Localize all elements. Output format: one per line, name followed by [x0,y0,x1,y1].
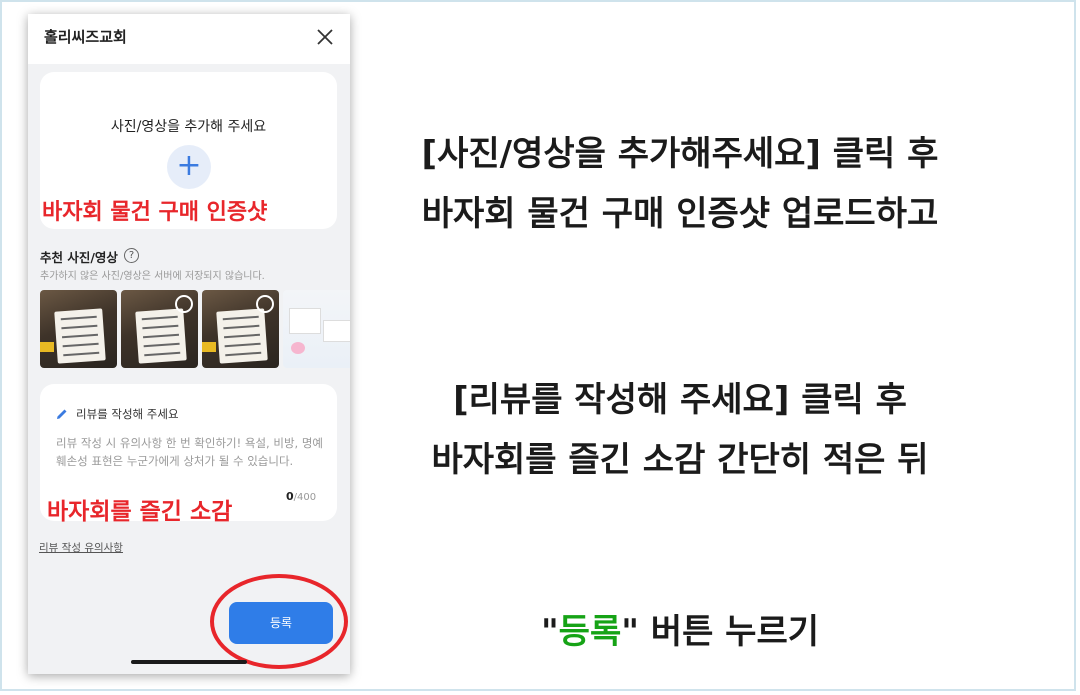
pencil-icon [57,409,67,419]
home-indicator [131,660,247,664]
char-counter: 0/400 [286,490,316,503]
overlay-upload-label: 바자회 물건 구매 인증샷 [42,200,268,225]
instruction-line-5: "등록" 버튼 누르기 [400,604,960,653]
header: 홀리씨즈교회 [28,14,350,64]
upload-prompt: 사진/영상을 추가해 주세요 [110,119,267,135]
photo-tag [202,342,216,352]
screenshot-content [291,342,305,354]
phone-screen: 홀리씨즈교회 사진/영상을 추가해 주세요 + 바자회 물건 구매 인증샷 추천… [28,14,350,674]
photo-content [54,308,106,364]
recommended-thumbnail[interactable] [283,290,350,368]
review-title: 리뷰를 작성해 주세요 [76,407,179,421]
select-circle-icon[interactable] [256,295,274,313]
review-guide: 리뷰 작성 시 유의사항 한 번 확인하기! 욕설, 비방, 명예훼손성 표현은… [56,436,323,468]
recommended-note: 추가하지 않은 사진/영상은 서버에 저장되지 않습니다. [40,271,265,282]
select-circle-icon[interactable] [175,295,193,313]
help-icon[interactable]: ? [124,248,139,263]
photo-content [135,308,187,364]
instruction-line-2: 바자회 물건 구매 인증샷 업로드하고 [421,194,939,234]
instruction-line-4: 바자회를 즐긴 소감 간단히 적은 뒤 [431,440,929,480]
recommended-thumbnail[interactable] [202,290,279,368]
recommended-title: 추천 사진/영상 [40,250,118,265]
close-icon[interactable] [314,26,336,48]
instruction-line-5-rest: " 버튼 누르기 [621,612,820,652]
instruction-line-3: [리뷰를 작성해 주세요] 클릭 후 [453,380,907,420]
char-count-max: /400 [293,492,317,503]
quote-open: " [540,612,559,652]
plus-icon[interactable]: + [167,145,211,189]
screenshot-content [323,320,350,342]
photo-content [216,308,268,364]
review-guide-link[interactable]: 리뷰 작성 유의사항 [39,540,123,555]
overlay-review-label: 바자회를 즐긴 소감 [47,499,233,525]
screenshot-content [289,308,321,334]
recommended-thumbnail[interactable] [121,290,198,368]
char-count-current: 0 [286,490,294,503]
recommended-thumbnail[interactable] [40,290,117,368]
highlight-circle [210,574,348,669]
page-title: 홀리씨즈교회 [44,28,127,46]
instruction-line-1: [사진/영상을 추가해주세요] 클릭 후 [421,134,939,174]
photo-tag [40,342,54,352]
instruction-button-word: 등록 [558,612,622,652]
